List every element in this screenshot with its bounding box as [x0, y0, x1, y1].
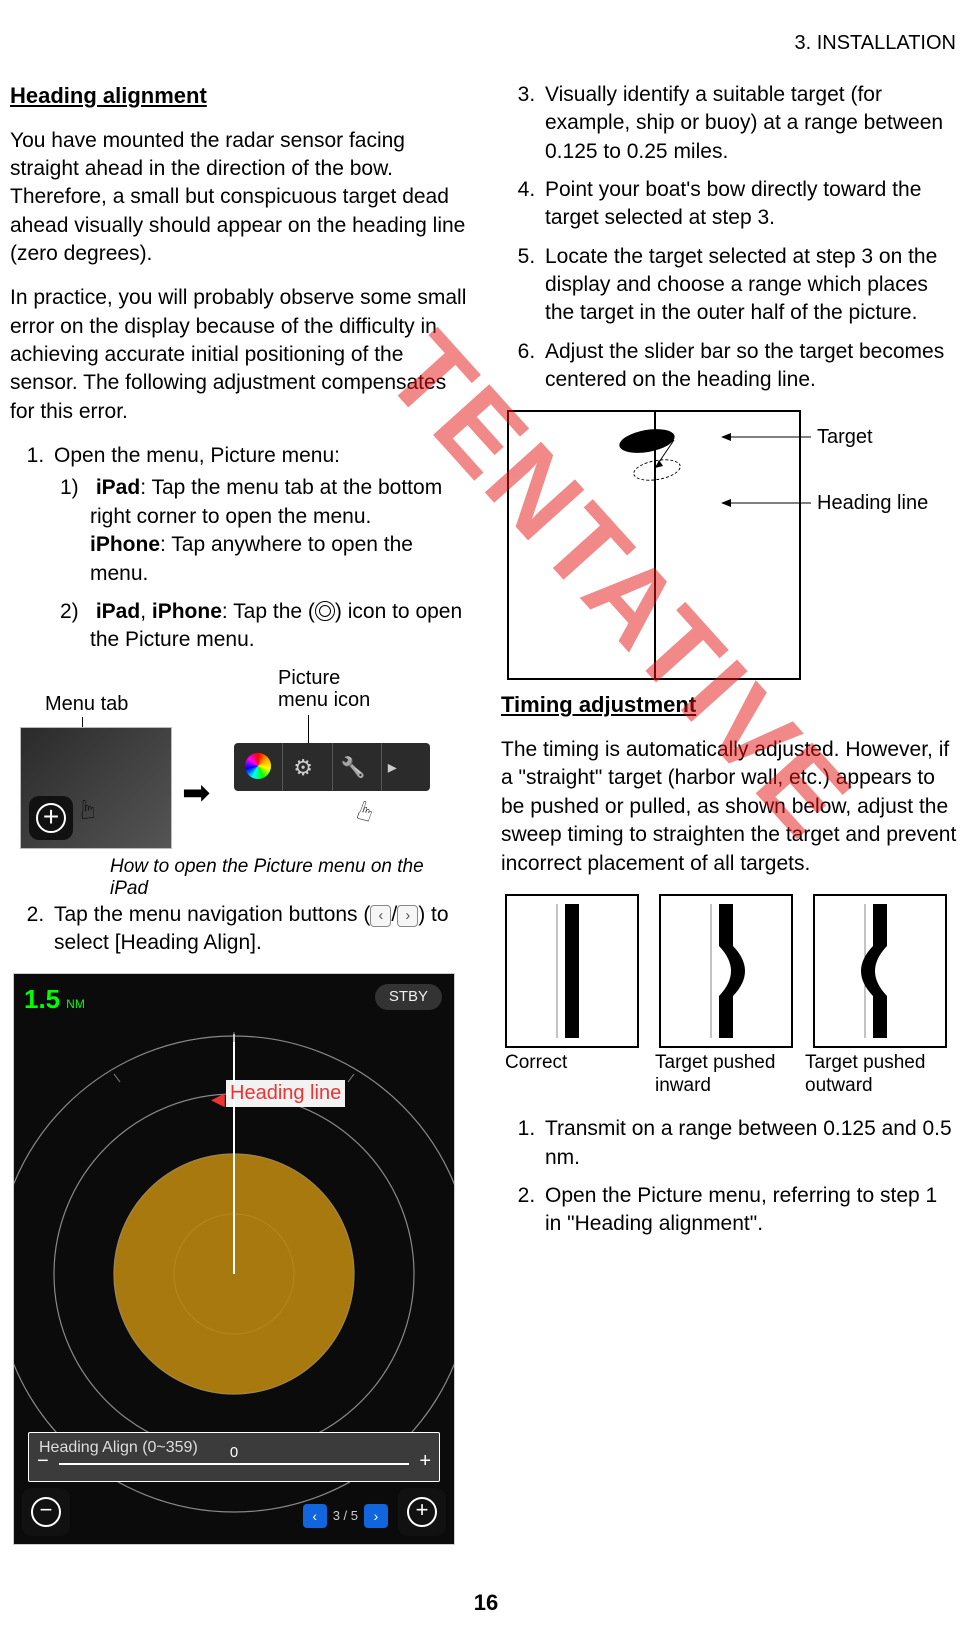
picture-menu-icon — [315, 601, 335, 621]
nav-next-icon: › — [397, 905, 418, 927]
step1b-text: : Tap the ( — [222, 600, 315, 623]
bold-ipad-2: iPad — [96, 600, 140, 623]
bold-iphone-1: iPhone — [90, 533, 160, 556]
timing-adjustment-title: Timing adjustment — [501, 690, 958, 720]
zoom-in-icon — [29, 796, 73, 840]
step1a-text: : Tap the menu tab at the bottom right c… — [90, 476, 442, 527]
step-2: Tap the menu navigation buttons (‹/›) to… — [50, 901, 467, 958]
ipad-thumbnail — [20, 727, 172, 849]
gear-icon — [283, 743, 332, 791]
page-next-button[interactable]: › — [364, 1504, 388, 1528]
para-intro-1: You have mounted the radar sensor facing… — [10, 127, 467, 269]
timing-para: The timing is automatically adjusted. Ho… — [501, 736, 958, 878]
page-number: 16 — [0, 1588, 972, 1618]
radar-screenshot: 1.5NM STBY — [13, 973, 455, 1545]
step-1-text: Open the menu, Picture menu: — [54, 444, 340, 467]
step-5: Locate the target selected at step 3 on … — [541, 243, 958, 328]
target-heading-diagram — [507, 410, 801, 680]
caret-right-icon — [382, 743, 430, 791]
running-header: 3. INSTALLATION — [10, 30, 956, 57]
timing-step-1: Transmit on a range between 0.125 and 0.… — [541, 1115, 958, 1172]
zoom-in-button[interactable]: + — [398, 1488, 446, 1536]
para-intro-2: In practice, you will probably observe s… — [10, 284, 467, 426]
color-wheel-icon — [245, 753, 271, 779]
caption-pushed-outward: Target pushed outward — [805, 1052, 935, 1098]
heading-align-slider[interactable]: Heading Align (0~359) − 0 + — [28, 1432, 440, 1482]
timing-correct — [505, 894, 639, 1048]
label-menu-tab: Menu tab — [45, 691, 128, 718]
slider-value: 0 — [230, 1443, 238, 1463]
heading-alignment-title: Heading alignment — [10, 81, 467, 111]
bold-iphone-2: iPhone — [152, 600, 222, 623]
nav-prev-icon: ‹ — [370, 905, 391, 927]
diagram-label-heading-line: Heading line — [817, 490, 928, 516]
open-picture-menu-figure: Menu tab Picture menu icon ☟ ➡ ☟ How to … — [20, 671, 430, 891]
figure-caption: How to open the Picture menu on the iPad — [110, 856, 430, 902]
arrow-right-icon: ➡ — [182, 771, 211, 817]
heading-line-label: Heading line — [226, 1080, 345, 1107]
timing-pushed-inward — [659, 894, 793, 1048]
caption-pushed-inward: Target pushed inward — [655, 1052, 785, 1098]
menu-toolbar — [234, 743, 430, 791]
hand-icon: ☟ — [80, 791, 96, 826]
diagram-label-target: Target — [817, 424, 873, 450]
step-1-2: iPad, iPhone: Tap the () icon to open th… — [90, 598, 467, 655]
bold-ipad-1: iPad — [96, 476, 140, 499]
timing-step-2: Open the Picture menu, referring to step… — [541, 1182, 958, 1239]
timing-pushed-outward — [813, 894, 947, 1048]
page-navigator: ‹ 3 / 5 › — [303, 1504, 388, 1528]
step2-text-a: Tap the menu navigation buttons ( — [54, 903, 370, 926]
step-4: Point your boat's bow directly toward th… — [541, 176, 958, 233]
page-indicator: 3 / 5 — [333, 1507, 358, 1525]
hand-icon-2: ☟ — [352, 791, 379, 829]
page-prev-button[interactable]: ‹ — [303, 1504, 327, 1528]
step-6: Adjust the slider bar so the target beco… — [541, 338, 958, 395]
arrow-left-icon: ◀ — [211, 1087, 225, 1111]
step-1: Open the menu, Picture menu: iPad: Tap t… — [50, 442, 467, 654]
slider-track[interactable]: 0 — [59, 1463, 410, 1465]
wrench-icon — [333, 743, 382, 791]
step-3: Visually identify a suitable target (for… — [541, 81, 958, 166]
caption-correct: Correct — [505, 1052, 635, 1098]
step-1-1: iPad: Tap the menu tab at the bottom rig… — [90, 474, 467, 587]
slider-label: Heading Align (0~359) — [39, 1437, 198, 1459]
label-picture-menu-icon: Picture menu icon — [278, 667, 370, 711]
zoom-out-button[interactable]: − — [22, 1488, 70, 1536]
timing-figures — [505, 894, 958, 1048]
slider-plus-icon[interactable]: + — [419, 1448, 431, 1475]
